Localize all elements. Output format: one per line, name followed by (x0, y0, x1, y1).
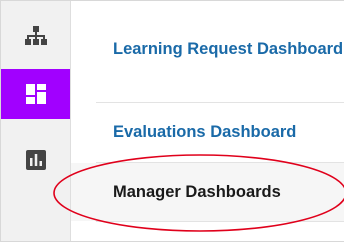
menu-item-learning-request-dashboard[interactable]: Learning Request Dashboard (71, 39, 344, 59)
rail-item-reports[interactable] (1, 134, 70, 186)
menu-divider (96, 221, 344, 222)
menu-item-evaluations-dashboard[interactable]: Evaluations Dashboard (71, 122, 344, 142)
menu-item-manager-dashboards[interactable]: Manager Dashboards (71, 163, 344, 221)
rail-item-hierarchy[interactable] (1, 10, 70, 62)
dashboard-grid-icon (25, 84, 46, 104)
dashboards-menu: Learning Request Dashboard Evaluations D… (71, 1, 344, 241)
hierarchy-icon (24, 25, 47, 47)
icon-rail (1, 1, 71, 241)
rail-item-dashboards[interactable] (1, 69, 70, 119)
menu-divider (96, 102, 344, 103)
app-frame: Learning Request Dashboard Evaluations D… (0, 0, 344, 242)
bar-chart-icon (25, 150, 46, 170)
